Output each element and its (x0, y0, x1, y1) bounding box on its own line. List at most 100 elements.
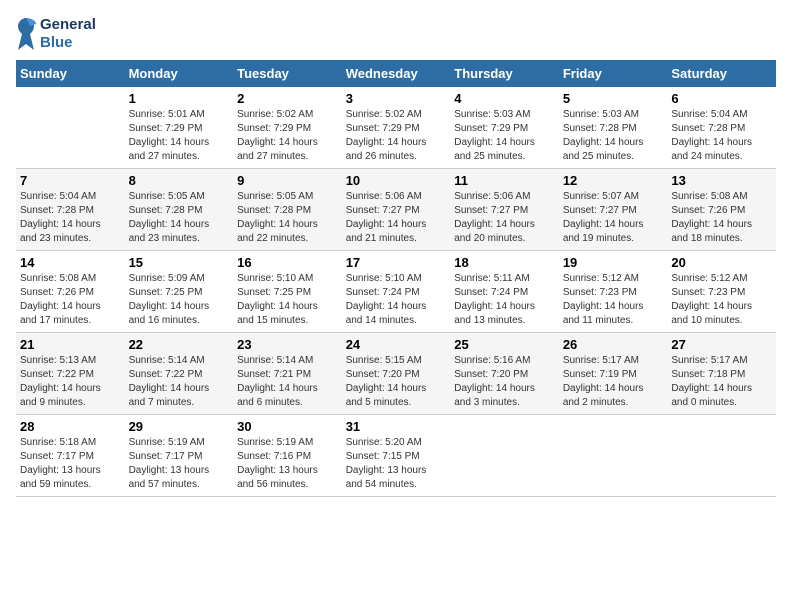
day-number: 15 (129, 255, 230, 270)
day-number: 10 (346, 173, 447, 188)
calendar-cell (16, 87, 125, 169)
day-number: 7 (20, 173, 121, 188)
calendar-cell: 8 Sunrise: 5:05 AM Sunset: 7:28 PM Daylig… (125, 169, 234, 251)
day-info: Sunrise: 5:03 AM Sunset: 7:28 PM Dayligh… (563, 108, 664, 164)
calendar-week-3: 14 Sunrise: 5:08 AM Sunset: 7:26 PM Dayli… (16, 251, 776, 333)
day-number: 21 (20, 337, 121, 352)
calendar-cell: 21 Sunrise: 5:13 AM Sunset: 7:22 PM Dayli… (16, 333, 125, 415)
calendar-cell (450, 415, 559, 497)
calendar-cell: 4 Sunrise: 5:03 AM Sunset: 7:29 PM Daylig… (450, 87, 559, 169)
calendar-cell: 2Sunrise: 5:02 AM Sunset: 7:29 PM Daylig… (233, 87, 342, 169)
day-info: Sunrise: 5:19 AM Sunset: 7:16 PM Dayligh… (237, 436, 338, 492)
day-number: 9 (237, 173, 338, 188)
day-info: Sunrise: 5:09 AM Sunset: 7:25 PM Dayligh… (129, 272, 230, 328)
calendar-cell: 29Sunrise: 5:19 AM Sunset: 7:17 PM Dayli… (125, 415, 234, 497)
column-header-saturday: Saturday (667, 60, 776, 87)
column-header-thursday: Thursday (450, 60, 559, 87)
day-info: Sunrise: 5:07 AM Sunset: 7:27 PM Dayligh… (563, 190, 664, 246)
day-info: Sunrise: 5:06 AM Sunset: 7:27 PM Dayligh… (346, 190, 447, 246)
day-info: Sunrise: 5:01 AM Sunset: 7:29 PM Dayligh… (129, 108, 230, 164)
day-info: Sunrise: 5:04 AM Sunset: 7:28 PM Dayligh… (671, 108, 772, 164)
day-number: 18 (454, 255, 555, 270)
column-header-sunday: Sunday (16, 60, 125, 87)
logo: General Blue (16, 16, 96, 52)
calendar-cell: 9 Sunrise: 5:05 AM Sunset: 7:28 PM Daylig… (233, 169, 342, 251)
logo-blue: Blue (40, 34, 96, 52)
day-number: 17 (346, 255, 447, 270)
calendar-table: SundayMondayTuesdayWednesdayThursdayFrid… (16, 60, 776, 497)
day-number: 30 (237, 419, 338, 434)
calendar-cell: 14 Sunrise: 5:08 AM Sunset: 7:26 PM Dayli… (16, 251, 125, 333)
column-header-monday: Monday (125, 60, 234, 87)
calendar-cell: 24 Sunrise: 5:15 AM Sunset: 7:20 PM Dayli… (342, 333, 451, 415)
calendar-cell: 6 Sunrise: 5:04 AM Sunset: 7:28 PM Daylig… (667, 87, 776, 169)
day-info: Sunrise: 5:13 AM Sunset: 7:22 PM Dayligh… (20, 354, 121, 410)
calendar-cell: 15 Sunrise: 5:09 AM Sunset: 7:25 PM Dayli… (125, 251, 234, 333)
calendar-week-5: 28 Sunrise: 5:18 AM Sunset: 7:17 PM Dayli… (16, 415, 776, 497)
day-number: 3 (346, 91, 447, 106)
day-number: 31 (346, 419, 447, 434)
day-number: 29 (129, 419, 230, 434)
day-info: Sunrise: 5:17 AM Sunset: 7:19 PM Dayligh… (563, 354, 664, 410)
day-info: Sunrise: 5:05 AM Sunset: 7:28 PM Dayligh… (129, 190, 230, 246)
column-header-friday: Friday (559, 60, 668, 87)
calendar-cell: 16 Sunrise: 5:10 AM Sunset: 7:25 PM Dayli… (233, 251, 342, 333)
day-info: Sunrise: 5:15 AM Sunset: 7:20 PM Dayligh… (346, 354, 447, 410)
day-info: Sunrise: 5:08 AM Sunset: 7:26 PM Dayligh… (20, 272, 121, 328)
day-info: Sunrise: 5:12 AM Sunset: 7:23 PM Dayligh… (671, 272, 772, 328)
day-info: Sunrise: 5:02 AM Sunset: 7:29 PM Dayligh… (346, 108, 447, 164)
logo-bird-icon (16, 16, 36, 52)
day-number: 13 (671, 173, 772, 188)
day-info: Sunrise: 5:06 AM Sunset: 7:27 PM Dayligh… (454, 190, 555, 246)
day-number: 22 (129, 337, 230, 352)
day-number: 4 (454, 91, 555, 106)
calendar-cell (559, 415, 668, 497)
calendar-week-4: 21 Sunrise: 5:13 AM Sunset: 7:22 PM Dayli… (16, 333, 776, 415)
calendar-cell: 25 Sunrise: 5:16 AM Sunset: 7:20 PM Dayli… (450, 333, 559, 415)
day-number: 20 (671, 255, 772, 270)
day-number: 1 (129, 91, 230, 106)
day-number: 28 (20, 419, 121, 434)
day-number: 24 (346, 337, 447, 352)
calendar-cell: 5Sunrise: 5:03 AM Sunset: 7:28 PM Daylig… (559, 87, 668, 169)
calendar-cell: 26 Sunrise: 5:17 AM Sunset: 7:19 PM Dayli… (559, 333, 668, 415)
calendar-cell: 11 Sunrise: 5:06 AM Sunset: 7:27 PM Dayli… (450, 169, 559, 251)
calendar-week-1: 1 Sunrise: 5:01 AM Sunset: 7:29 PM Daylig… (16, 87, 776, 169)
calendar-cell: 31Sunrise: 5:20 AM Sunset: 7:15 PM Dayli… (342, 415, 451, 497)
day-number: 26 (563, 337, 664, 352)
day-number: 14 (20, 255, 121, 270)
day-number: 6 (671, 91, 772, 106)
day-number: 8 (129, 173, 230, 188)
calendar-header-row: SundayMondayTuesdayWednesdayThursdayFrid… (16, 60, 776, 87)
day-number: 12 (563, 173, 664, 188)
day-number: 25 (454, 337, 555, 352)
day-info: Sunrise: 5:05 AM Sunset: 7:28 PM Dayligh… (237, 190, 338, 246)
calendar-cell: 28 Sunrise: 5:18 AM Sunset: 7:17 PM Dayli… (16, 415, 125, 497)
day-info: Sunrise: 5:18 AM Sunset: 7:17 PM Dayligh… (20, 436, 121, 492)
day-number: 23 (237, 337, 338, 352)
day-info: Sunrise: 5:11 AM Sunset: 7:24 PM Dayligh… (454, 272, 555, 328)
calendar-cell: 22 Sunrise: 5:14 AM Sunset: 7:22 PM Dayli… (125, 333, 234, 415)
day-info: Sunrise: 5:10 AM Sunset: 7:25 PM Dayligh… (237, 272, 338, 328)
column-header-tuesday: Tuesday (233, 60, 342, 87)
day-number: 19 (563, 255, 664, 270)
day-info: Sunrise: 5:14 AM Sunset: 7:21 PM Dayligh… (237, 354, 338, 410)
day-number: 16 (237, 255, 338, 270)
day-info: Sunrise: 5:14 AM Sunset: 7:22 PM Dayligh… (129, 354, 230, 410)
calendar-cell: 17 Sunrise: 5:10 AM Sunset: 7:24 PM Dayli… (342, 251, 451, 333)
day-number: 27 (671, 337, 772, 352)
calendar-cell: 23 Sunrise: 5:14 AM Sunset: 7:21 PM Dayli… (233, 333, 342, 415)
day-info: Sunrise: 5:12 AM Sunset: 7:23 PM Dayligh… (563, 272, 664, 328)
day-info: Sunrise: 5:10 AM Sunset: 7:24 PM Dayligh… (346, 272, 447, 328)
day-info: Sunrise: 5:16 AM Sunset: 7:20 PM Dayligh… (454, 354, 555, 410)
day-number: 11 (454, 173, 555, 188)
day-info: Sunrise: 5:03 AM Sunset: 7:29 PM Dayligh… (454, 108, 555, 164)
calendar-cell: 27Sunrise: 5:17 AM Sunset: 7:18 PM Dayli… (667, 333, 776, 415)
calendar-cell: 13Sunrise: 5:08 AM Sunset: 7:26 PM Dayli… (667, 169, 776, 251)
page-header: General Blue (16, 16, 776, 52)
calendar-cell (667, 415, 776, 497)
calendar-cell: 1 Sunrise: 5:01 AM Sunset: 7:29 PM Daylig… (125, 87, 234, 169)
calendar-cell: 20 Sunrise: 5:12 AM Sunset: 7:23 PM Dayli… (667, 251, 776, 333)
calendar-cell: 18 Sunrise: 5:11 AM Sunset: 7:24 PM Dayli… (450, 251, 559, 333)
day-number: 2 (237, 91, 338, 106)
